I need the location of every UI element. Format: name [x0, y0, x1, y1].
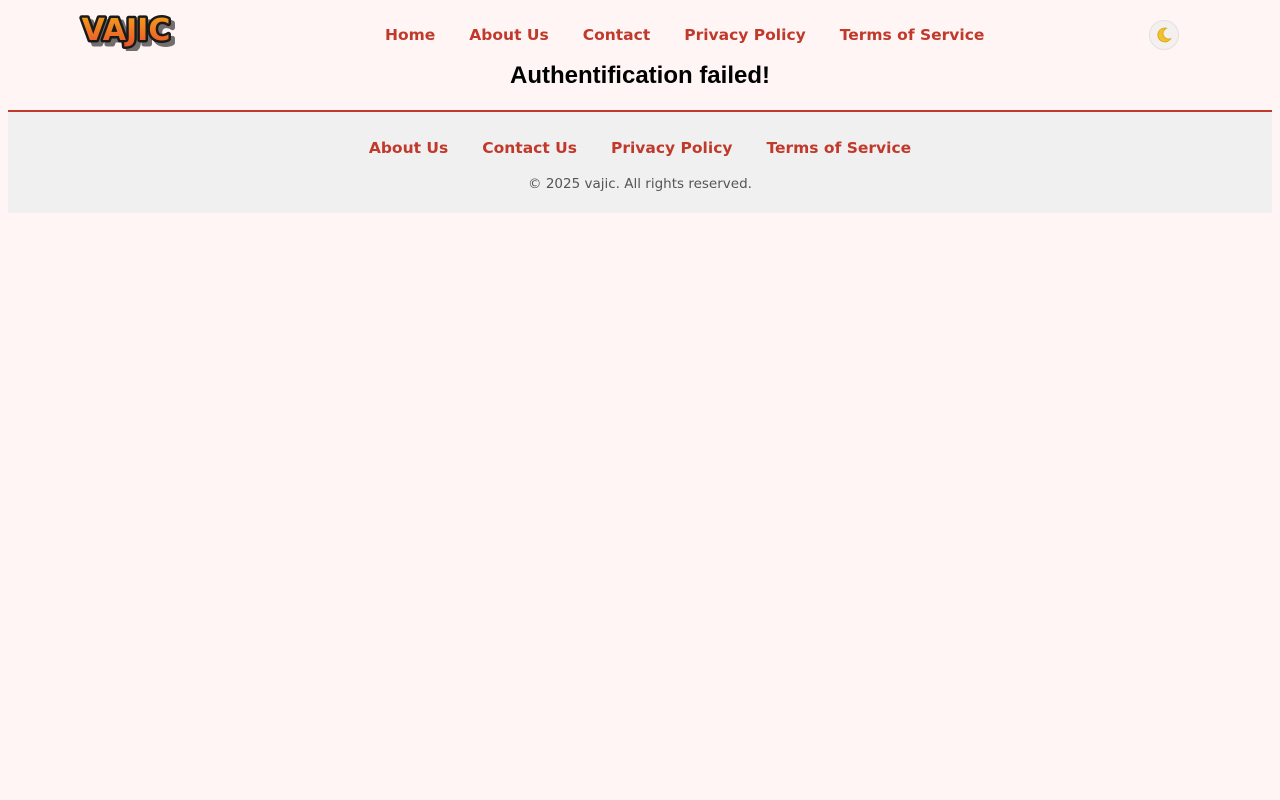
nav-privacy-policy-link[interactable]: Privacy Policy — [667, 22, 823, 48]
page: VAJIC VAJIC VAJIC Home About Us Contact … — [0, 0, 1280, 800]
moon-icon — [1157, 27, 1172, 43]
nav-home-link[interactable]: Home — [368, 22, 452, 48]
site-logo[interactable]: VAJIC VAJIC VAJIC — [72, 11, 180, 51]
main-nav: Home About Us Contact Privacy Policy Ter… — [368, 22, 1001, 48]
footer-privacy-policy-link[interactable]: Privacy Policy — [594, 136, 750, 160]
footer-about-us-link[interactable]: About Us — [352, 136, 465, 160]
nav-about-us-link[interactable]: About Us — [452, 22, 565, 48]
site-footer: About Us Contact Us Privacy Policy Terms… — [8, 110, 1272, 213]
theme-toggle-button[interactable] — [1149, 20, 1179, 50]
footer-contact-us-link[interactable]: Contact Us — [465, 136, 594, 160]
copyright-text: © 2025 vajic. All rights reserved. — [528, 176, 752, 192]
nav-terms-of-service-link[interactable]: Terms of Service — [823, 22, 1002, 48]
logo-graphic: VAJIC VAJIC VAJIC — [79, 11, 177, 51]
page-title: Authentification failed! — [510, 62, 770, 89]
svg-text:VAJIC: VAJIC — [82, 13, 171, 48]
footer-nav: About Us Contact Us Privacy Policy Terms… — [8, 136, 1272, 160]
nav-contact-link[interactable]: Contact — [566, 22, 668, 48]
footer-terms-of-service-link[interactable]: Terms of Service — [749, 136, 928, 160]
